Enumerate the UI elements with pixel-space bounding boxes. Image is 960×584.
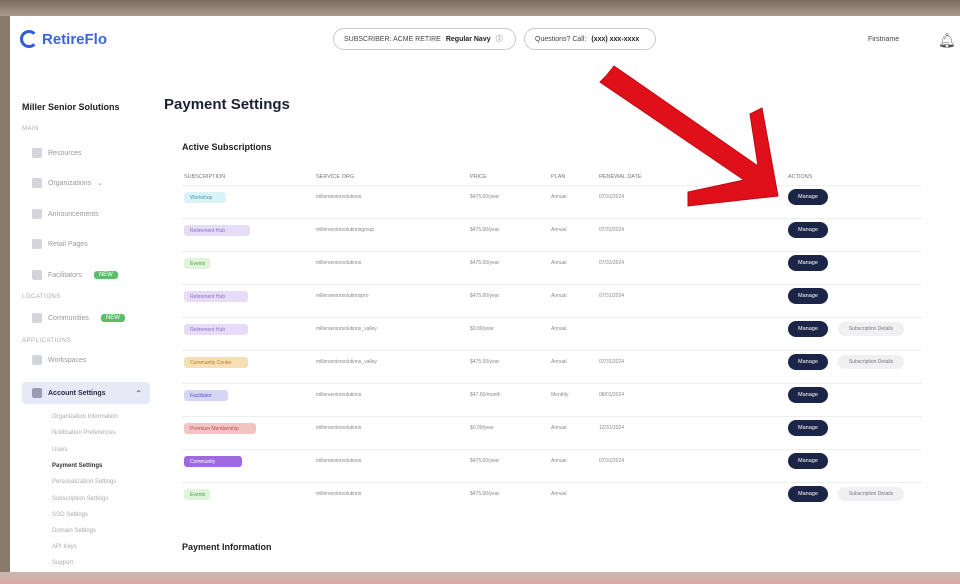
app-window: RetireFlo SUBSCRIBER: ACME RETIRE Regula… bbox=[10, 16, 960, 572]
background-top bbox=[0, 0, 960, 16]
background-bottom bbox=[0, 572, 960, 584]
red-arrow-annotation bbox=[599, 65, 779, 207]
arrow-shape bbox=[599, 65, 779, 207]
